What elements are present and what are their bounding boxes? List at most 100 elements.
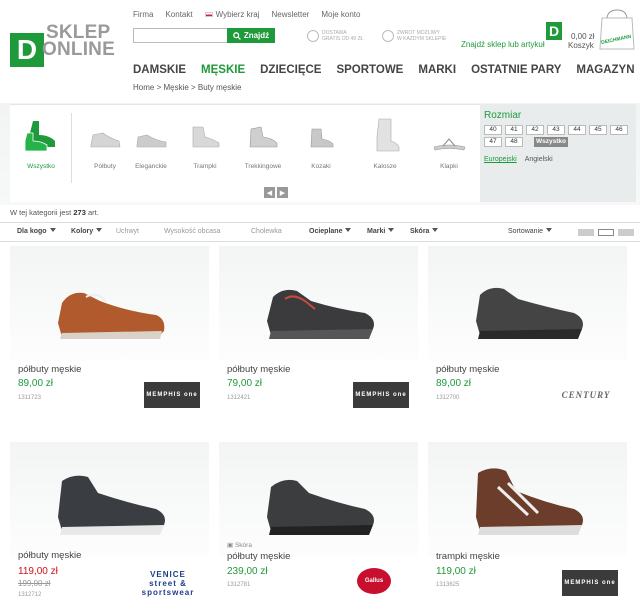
- flag-pl-icon: [204, 12, 213, 17]
- cart-total[interactable]: 0,00 zł: [571, 32, 595, 41]
- size-46[interactable]: 46: [610, 125, 628, 135]
- size-system: Europejski Angielski: [484, 156, 553, 163]
- nav-meskie[interactable]: MĘSKIE: [201, 64, 245, 76]
- size-title: Rozmiar: [484, 110, 522, 121]
- category-klapki-label: Klapki: [440, 163, 458, 170]
- filter-kolory[interactable]: Kolory: [71, 228, 103, 235]
- cart-link[interactable]: Koszyk: [568, 41, 594, 50]
- product-image[interactable]: [40, 457, 180, 543]
- top-links: Firma Kontakt Wybierz kraj Newsletter Mo…: [133, 10, 360, 19]
- toplink-kontakt[interactable]: Kontakt: [165, 10, 192, 19]
- filter-ocieplane[interactable]: Ocieplane: [309, 228, 352, 235]
- size-system-uk[interactable]: Angielski: [525, 156, 553, 163]
- dropdown-caret-icon: [49, 228, 56, 232]
- size-45[interactable]: 45: [589, 125, 607, 135]
- size-41[interactable]: 41: [505, 125, 523, 135]
- category-carousel-controls: ◀ ▶: [264, 187, 288, 198]
- product-name[interactable]: półbuty męskie: [18, 364, 81, 375]
- product-price: 119,00 zł: [18, 566, 58, 577]
- product-image[interactable]: [458, 261, 598, 347]
- category-klapki[interactable]: Klapki: [426, 117, 472, 170]
- nav-dzieciece[interactable]: DZIECIĘCE: [260, 64, 321, 76]
- brand-logo: MEMPHIS one: [144, 382, 200, 408]
- nav-ostatnie-pary[interactable]: OSTATNIE PARY: [471, 64, 561, 76]
- search-icon: [232, 31, 241, 40]
- size-options: 40 41 42 43 44 45 46 47 48 Wszystko: [484, 125, 634, 147]
- flip-flop-icon: [433, 138, 466, 151]
- promo-free-delivery: DOSTAWA GRATIS OD 49 ZŁ: [307, 30, 363, 42]
- product-old-price: 199,00 zł: [18, 579, 51, 588]
- size-48[interactable]: 48: [505, 137, 523, 147]
- cart-logo-icon[interactable]: D: [546, 22, 562, 40]
- category-trekkingowe[interactable]: Trekkingowe: [240, 117, 286, 170]
- search-input[interactable]: [133, 28, 227, 43]
- toplink-account[interactable]: Moje konto: [321, 10, 360, 19]
- category-trampki[interactable]: Trampki: [182, 117, 228, 170]
- product-code: 1312781: [227, 582, 251, 588]
- carousel-next-icon[interactable]: ▶: [277, 187, 288, 198]
- product-image[interactable]: [40, 261, 180, 347]
- category-divider: [71, 113, 72, 183]
- nav-magazyn[interactable]: MAGAZYN: [576, 64, 634, 76]
- filter-skora[interactable]: Skóra: [410, 228, 439, 235]
- brand-logo: MEMPHIS one: [562, 570, 618, 596]
- search-button[interactable]: Znajdź: [227, 28, 275, 43]
- carousel-prev-icon[interactable]: ◀: [264, 187, 275, 198]
- product-name[interactable]: trampki męskie: [436, 551, 500, 562]
- product-name[interactable]: półbuty męskie: [227, 364, 290, 375]
- size-40[interactable]: 40: [484, 125, 502, 135]
- product-code: 1312700: [436, 395, 460, 401]
- result-count-suffix: art.: [87, 208, 99, 217]
- filter-marki[interactable]: Marki: [367, 228, 395, 235]
- dropdown-caret-icon: [546, 228, 553, 232]
- nav-damskie[interactable]: DAMSKIE: [133, 64, 186, 76]
- product-code: 1312421: [227, 395, 251, 401]
- category-eleganckie-label: Eleganckie: [135, 163, 167, 170]
- logo-text[interactable]: SKLEP ONLINE: [42, 23, 115, 59]
- product-name[interactable]: półbuty męskie: [18, 550, 81, 561]
- breadcrumb[interactable]: Home > Męskie > Buty męskie: [133, 83, 241, 92]
- toplink-firma[interactable]: Firma: [133, 10, 153, 19]
- filter-ocieplane-label: Ocieplane: [309, 228, 343, 235]
- category-kalosze[interactable]: Kalosze: [362, 117, 408, 170]
- nav-marki[interactable]: MARKI: [418, 64, 456, 76]
- view-list-icon[interactable]: [578, 229, 594, 236]
- size-44[interactable]: 44: [568, 125, 586, 135]
- search-button-label: Znajdź: [243, 31, 270, 40]
- product-name[interactable]: półbuty męskie: [436, 364, 499, 375]
- logo-line-online: ONLINE: [42, 39, 115, 60]
- product-image[interactable]: [458, 457, 598, 543]
- product-code: 1311723: [18, 395, 41, 401]
- toplink-country-label: Wybierz kraj: [215, 10, 260, 19]
- returns-icon: [382, 30, 394, 42]
- size-all-button[interactable]: Wszystko: [534, 137, 568, 147]
- product-image[interactable]: [249, 457, 389, 543]
- toplink-country[interactable]: Wybierz kraj: [204, 10, 260, 19]
- size-47[interactable]: 47: [484, 137, 502, 147]
- nav-sportowe[interactable]: SPORTOWE: [336, 64, 403, 76]
- size-43[interactable]: 43: [547, 125, 565, 135]
- view-large-icon[interactable]: [618, 229, 634, 236]
- product-name[interactable]: półbuty męskie: [227, 551, 290, 562]
- trekking-shoe-icon: [249, 126, 278, 148]
- filter-kolory-label: Kolory: [71, 228, 94, 235]
- filter-dla-kogo[interactable]: Dla kogo: [17, 228, 56, 235]
- store-finder-link[interactable]: Znajdź sklep lub artykuł: [461, 40, 545, 49]
- category-eleganckie[interactable]: Eleganckie: [128, 117, 174, 170]
- product-image[interactable]: [249, 261, 389, 347]
- product-price: 89,00 zł: [436, 378, 472, 389]
- size-42[interactable]: 42: [526, 125, 544, 135]
- category-kozaki[interactable]: Kozaki: [298, 117, 344, 170]
- size-system-eu[interactable]: Europejski: [484, 156, 517, 163]
- view-grid-icon[interactable]: [598, 229, 614, 236]
- product-material-label: Skóra: [234, 542, 252, 549]
- category-all[interactable]: Wszystko: [18, 117, 64, 170]
- promo2-line2: W KAŻDYM SKLEPIE: [397, 36, 447, 42]
- logo[interactable]: D: [10, 33, 44, 67]
- category-trekkingowe-label: Trekkingowe: [244, 163, 282, 170]
- product-price: 119,00 zł: [436, 566, 476, 577]
- sort-dropdown[interactable]: Sortowanie: [508, 228, 553, 235]
- toplink-newsletter[interactable]: Newsletter: [272, 10, 310, 19]
- category-all-label: Wszystko: [27, 163, 55, 170]
- category-polbuty[interactable]: Półbuty: [82, 117, 128, 170]
